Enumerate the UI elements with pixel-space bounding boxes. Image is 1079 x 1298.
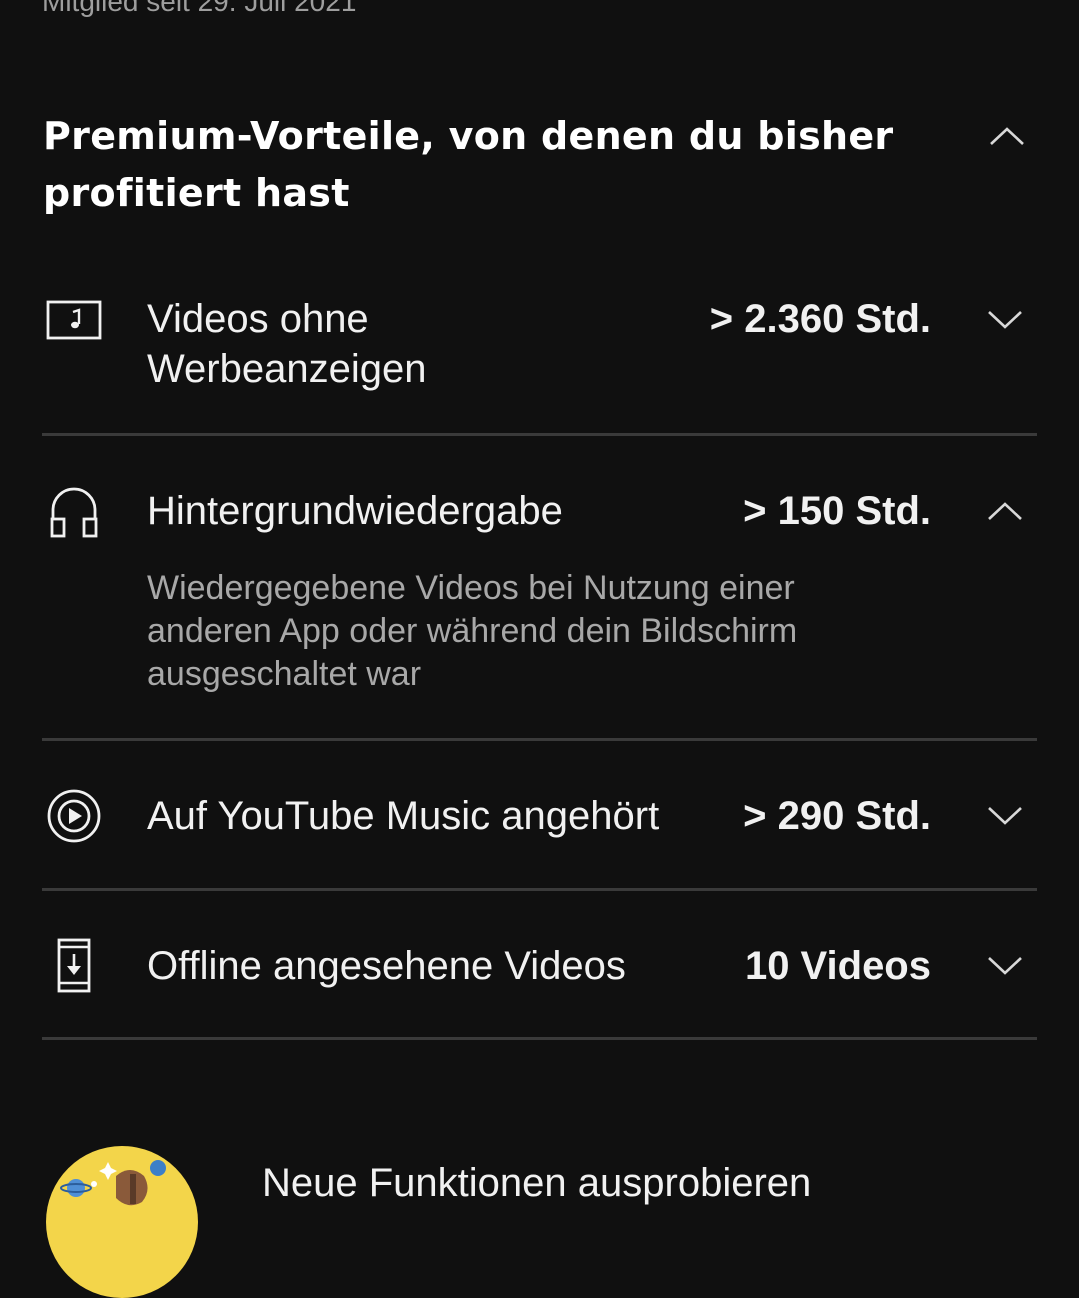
chevron-down-icon [988,311,1022,329]
benefit-value: > 150 Std. [743,489,931,533]
chevron-up-icon [988,502,1022,520]
benefit-value: > 290 Std. [743,794,931,838]
expand-button[interactable] [982,948,1028,984]
benefit-label: Offline angesehene Videos [147,944,626,988]
expand-button[interactable] [982,798,1028,834]
benefit-label: Auf YouTube Music angehört [147,794,660,838]
collapse-button[interactable] [982,493,1028,529]
divider [42,433,1037,436]
new-features-illustration[interactable] [46,1146,198,1298]
chevron-down-icon [988,957,1022,975]
section-collapse-button[interactable] [984,118,1030,154]
benefit-row-offline[interactable]: Offline angesehene Videos 10 Videos [0,938,1079,998]
phone-download-icon [44,936,104,996]
divider [42,888,1037,891]
benefit-value: > 2.360 Std. [709,297,931,341]
expand-button[interactable] [982,302,1028,338]
benefit-row-ad-free[interactable]: Videos ohne Werbeanzeigen > 2.360 Std. [0,290,1079,400]
divider [42,1037,1037,1040]
video-music-icon [44,290,104,350]
benefit-row-youtube-music[interactable]: Auf YouTube Music angehört > 290 Std. [0,788,1079,848]
premium-benefits-title: Premium-Vorteile, von denen du bisher pr… [43,114,894,215]
divider [42,738,1037,741]
benefit-label: Videos ohne Werbeanzeigen [147,297,427,391]
benefit-row-background-play[interactable]: Hintergrundwiedergabe > 150 Std. Wiederg… [0,480,1079,710]
chevron-up-icon [990,127,1024,145]
benefit-label: Hintergrundwiedergabe [147,489,563,533]
benefit-value: 10 Videos [744,944,931,988]
benefit-description: Wiedergegebene Videos bei Nutzung einer … [147,569,798,693]
member-since-text: Mitglied seit 29. Juli 2021 [42,0,357,17]
try-new-features-link[interactable]: Neue Funktionen ausprobieren [262,1158,811,1208]
chevron-down-icon [988,807,1022,825]
play-circle-icon [44,786,104,846]
headphones-icon [44,482,104,542]
